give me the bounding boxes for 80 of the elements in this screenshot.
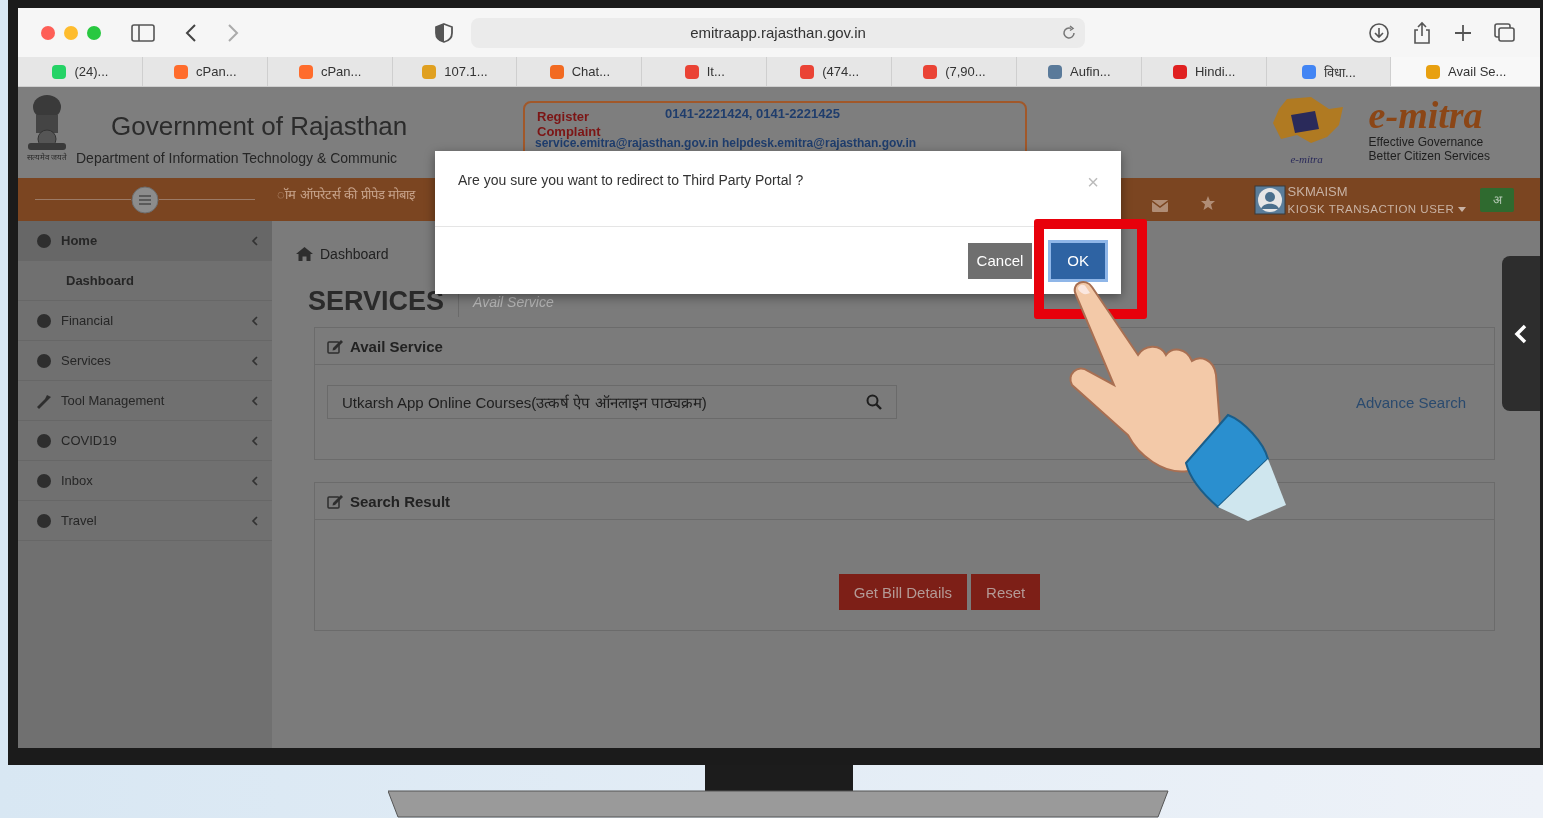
- service-search-field[interactable]: Utkarsh App Online Courses(उत्कर्ष ऐप ऑनलाइन पाठ्यक्रम): [327, 385, 897, 419]
- address-bar[interactable]: emitraapp.rajasthan.gov.in: [471, 17, 1085, 48]
- sidebar-toggle-icon[interactable]: [131, 23, 155, 42]
- reload-icon[interactable]: [1061, 24, 1077, 41]
- favicon-icon: [1047, 63, 1064, 80]
- edit-icon: [327, 493, 344, 509]
- department-text: Department of Information Technology & Communic: [76, 150, 399, 166]
- favicon-icon: [51, 63, 68, 80]
- bookmark-tab[interactable]: It...: [642, 57, 768, 86]
- shield-icon[interactable]: [435, 22, 453, 43]
- mail-icon[interactable]: [1151, 199, 1168, 212]
- tabs-overview-icon[interactable]: [1494, 22, 1516, 43]
- chevron-left-icon: [251, 515, 258, 526]
- bookmark-tab[interactable]: 107.1...: [392, 57, 518, 86]
- forward-icon[interactable]: [227, 23, 239, 42]
- bookmark-tab[interactable]: (24)...: [18, 57, 143, 86]
- favicon-icon: [548, 63, 565, 80]
- bookmark-tab[interactable]: Chat...: [517, 57, 643, 86]
- bookmark-tab[interactable]: cPan...: [142, 57, 268, 86]
- favicon-icon: [1425, 63, 1442, 80]
- site-title: Government of Rajasthan: [111, 111, 408, 142]
- page-subtitle: Avail Service: [473, 293, 554, 310]
- sidebar-item[interactable]: Services: [18, 341, 272, 381]
- sidebar-item[interactable]: COVID19: [18, 421, 272, 461]
- advance-search-link[interactable]: Advance Search: [1355, 394, 1466, 411]
- favicon-icon: [922, 63, 939, 80]
- chevron-left-icon: [251, 355, 258, 366]
- chevron-left-icon: [251, 395, 258, 406]
- new-tab-icon[interactable]: [1454, 23, 1472, 42]
- cancel-button[interactable]: Cancel: [967, 242, 1033, 279]
- motto-text: सत्यमेव जयते: [26, 152, 68, 162]
- star-icon[interactable]: [1199, 194, 1216, 211]
- bookmark-tab[interactable]: Avail Se...: [1391, 57, 1541, 86]
- bookmark-tab[interactable]: (474...: [767, 57, 892, 86]
- ok-button[interactable]: OK: [1051, 242, 1105, 279]
- sidebar-item[interactable]: Inbox: [18, 461, 272, 501]
- menu-icon[interactable]: [131, 185, 159, 214]
- bookmark-tab[interactable]: (7,90...: [892, 57, 1017, 86]
- zoom-window-button[interactable]: [87, 25, 101, 40]
- edit-icon: [327, 338, 344, 354]
- tagline-text: Effective Governance: [1368, 135, 1485, 149]
- chevron-left-icon: [1514, 323, 1528, 344]
- avatar-icon[interactable]: [1253, 184, 1286, 215]
- sidebar-item[interactable]: Financial: [18, 301, 272, 341]
- sidebar-item[interactable]: Home: [18, 221, 272, 261]
- news-ticker: ॉम ऑपरेटर्स की प्रीपेड मोबाइ: [277, 185, 416, 203]
- action-button[interactable]: Get Bill Details: [838, 574, 968, 610]
- sidebar-item[interactable]: Travel: [18, 501, 272, 541]
- chevron-left-icon: [251, 315, 258, 326]
- close-window-button[interactable]: [41, 25, 55, 40]
- favicon-icon: [683, 63, 700, 80]
- chevron-left-icon: [251, 235, 258, 246]
- bookmark-tab[interactable]: Hindi...: [1141, 57, 1267, 86]
- favicon-icon: [799, 63, 816, 80]
- chevron-left-icon: [251, 475, 258, 486]
- home-icon[interactable]: [296, 247, 313, 261]
- breadcrumb-link[interactable]: Dashboard: [320, 246, 389, 262]
- logo-text: e-mitra: [1290, 153, 1323, 165]
- phone-numbers: 0141-2221424, 0141-2221425: [665, 106, 841, 121]
- favicon-icon: [297, 63, 314, 80]
- action-button[interactable]: Reset: [971, 574, 1041, 610]
- chevron-left-icon: [251, 435, 258, 446]
- user-role-dropdown[interactable]: KIOSK TRANSACTION USER: [1287, 203, 1466, 215]
- panel-title: Avail Service: [350, 337, 443, 355]
- favicon-icon: [1171, 63, 1188, 80]
- username-text: SKMAISM: [1287, 184, 1349, 199]
- tagline-text: Better Citizen Services: [1368, 149, 1490, 163]
- dialog-message: Are you sure you want to redirect to Third Party Portal ?: [458, 172, 804, 188]
- favicon-icon: [1301, 63, 1318, 80]
- favicon-icon: [173, 63, 190, 80]
- panel-title: Search Result: [350, 492, 451, 510]
- bookmark-tab[interactable]: Aufin...: [1016, 57, 1142, 86]
- bookmark-tab[interactable]: cPan...: [267, 57, 393, 86]
- back-icon[interactable]: [185, 23, 197, 42]
- logo-wordmark: e-mitra: [1368, 95, 1484, 135]
- download-icon[interactable]: [1368, 21, 1390, 44]
- language-button[interactable]: अ: [1480, 187, 1514, 212]
- share-icon[interactable]: [1412, 20, 1432, 45]
- search-icon[interactable]: [866, 394, 882, 410]
- favicon-icon: [421, 63, 438, 80]
